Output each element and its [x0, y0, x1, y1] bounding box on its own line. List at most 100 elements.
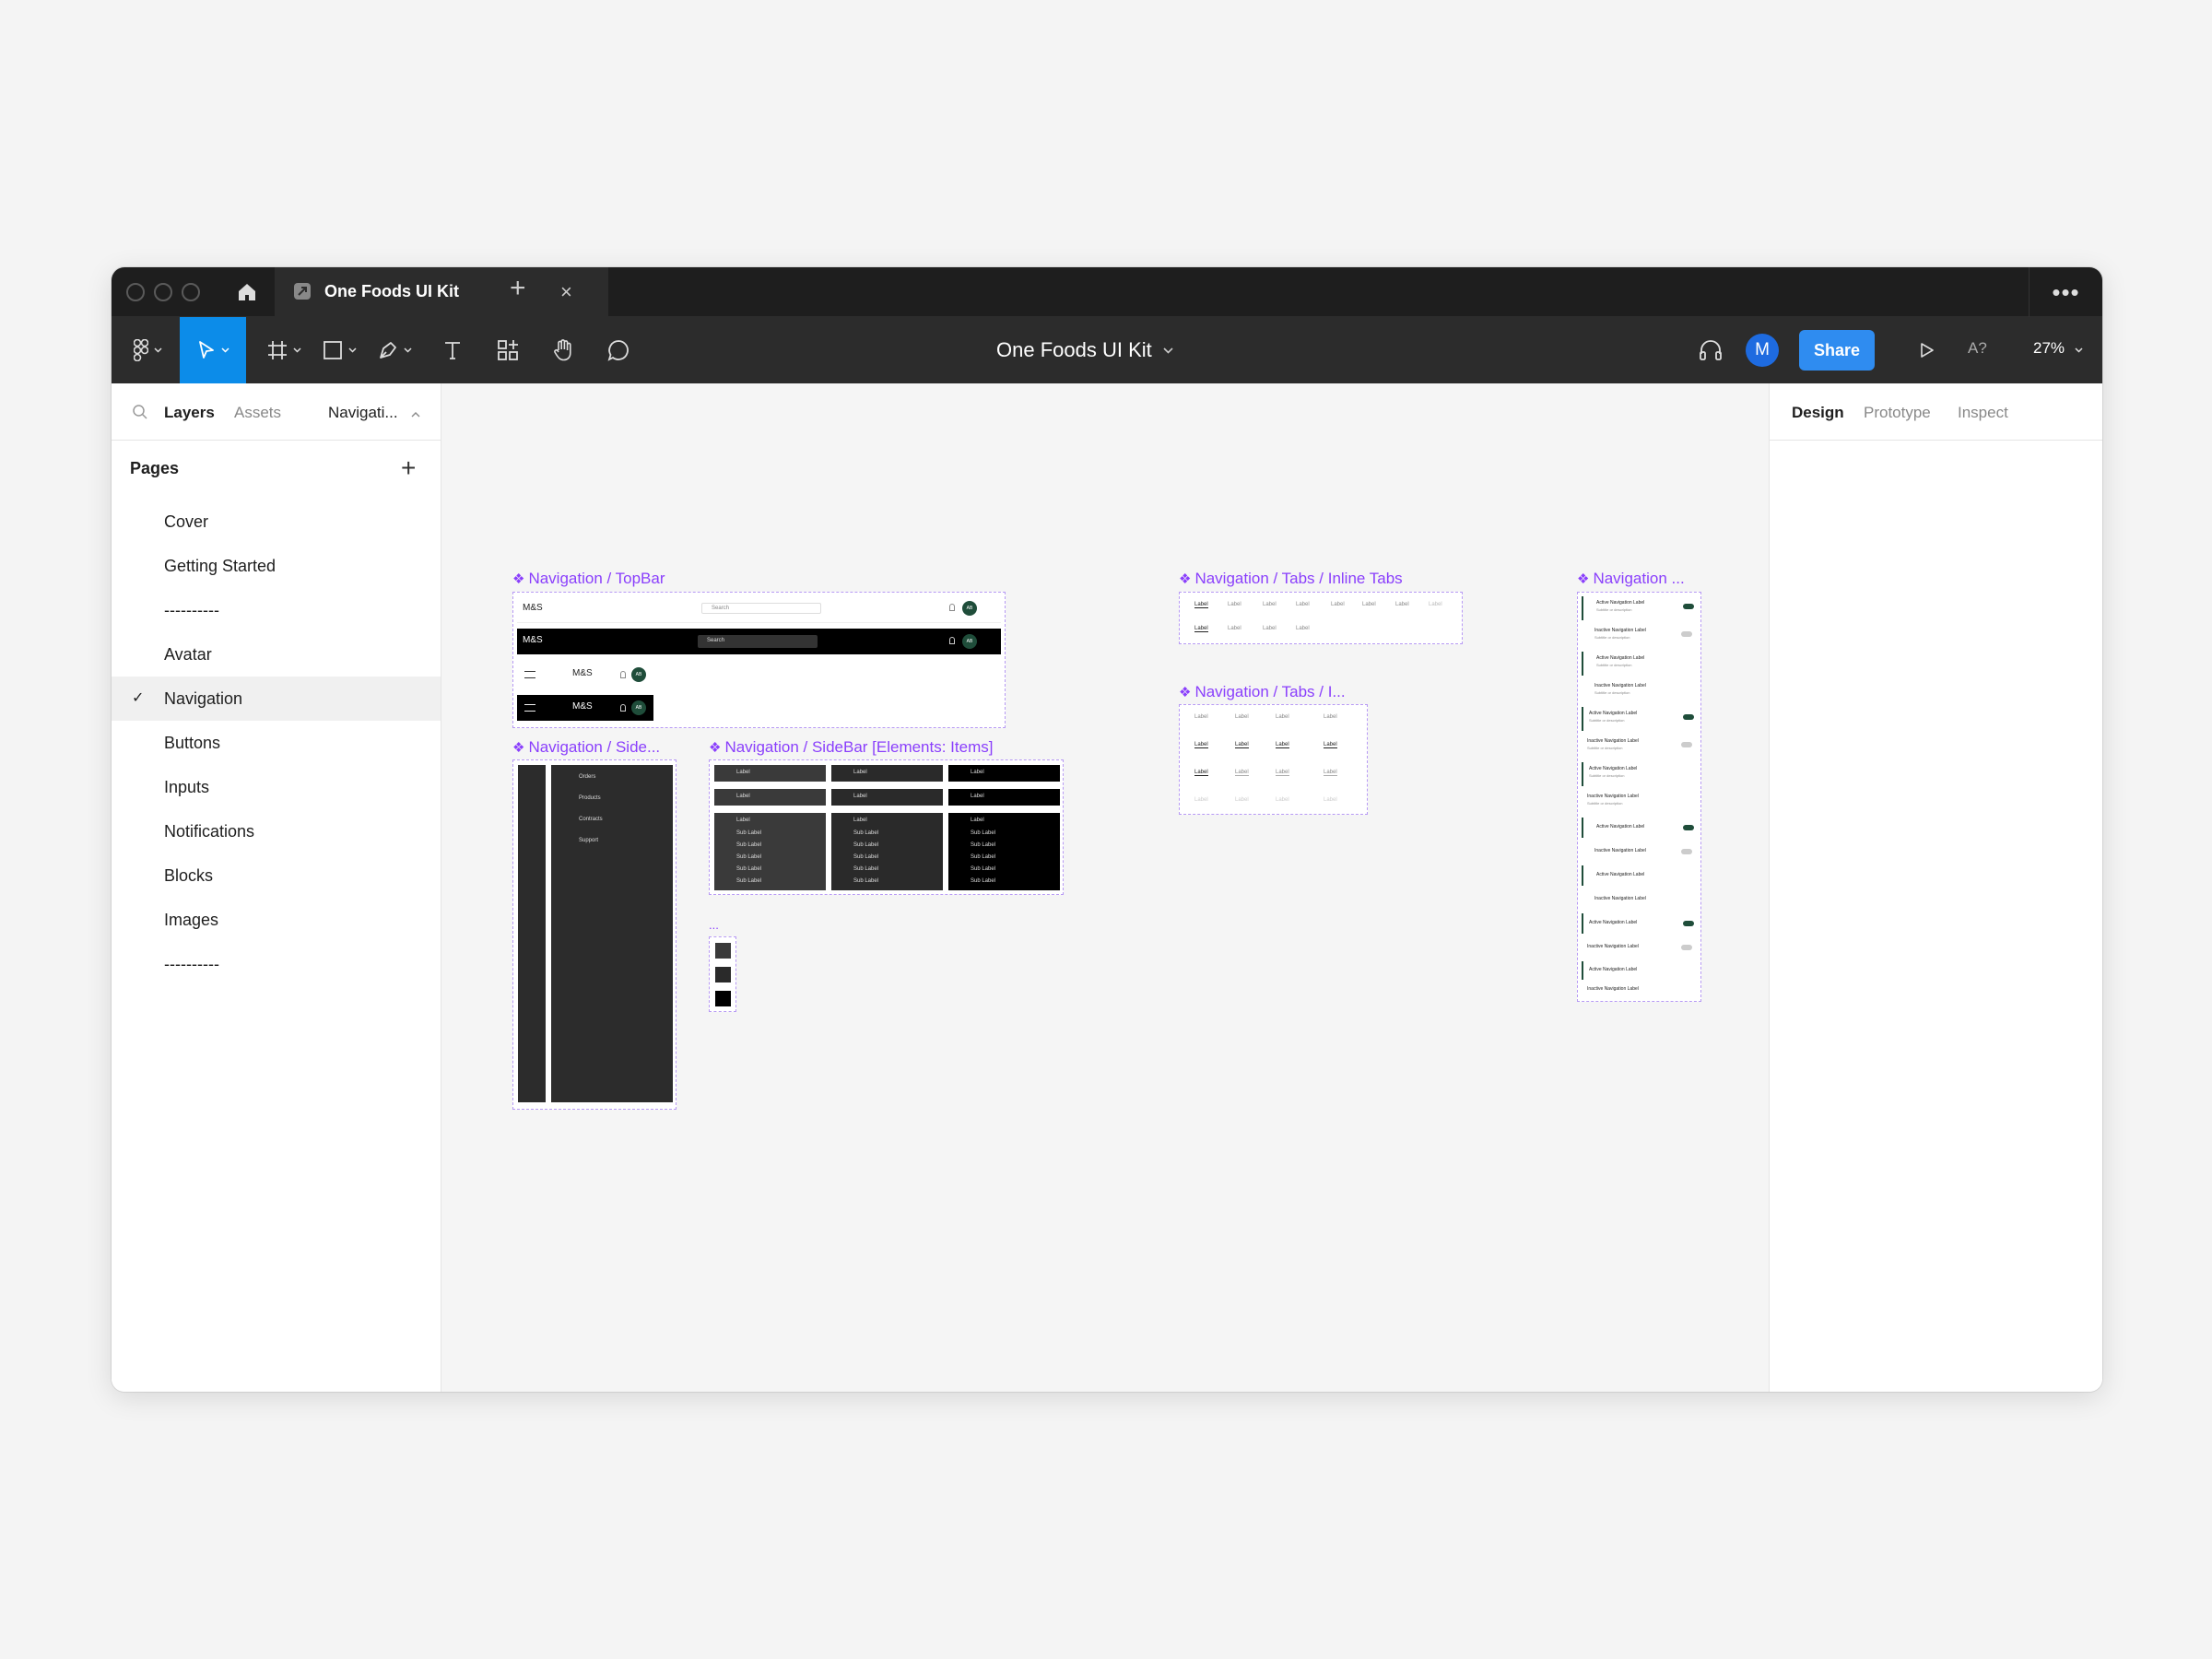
search-placeholder: Search: [712, 606, 730, 611]
nav-item-active: Active Navigation Label Subtitle or descr…: [1582, 762, 1697, 786]
frame-tool-button[interactable]: [259, 317, 309, 383]
share-button[interactable]: Share: [1799, 330, 1875, 371]
main-menu-button[interactable]: [123, 317, 172, 383]
frame-title: Navigation / Tabs / Inline Tabs: [1194, 570, 1403, 587]
nav-item-inactive: Inactive Navigation Label Subtitle or des…: [1582, 679, 1697, 703]
app-window: One Foods UI Kit × + ••• One Foods UI Ki…: [112, 267, 2102, 1392]
page-item-divider[interactable]: ----------: [112, 942, 441, 986]
sub-label: Sub Label: [736, 878, 762, 884]
toggle-off: [1681, 742, 1692, 747]
sidebar-item-products: Products: [579, 795, 601, 801]
tab-document[interactable]: One Foods UI Kit ×: [275, 267, 608, 317]
close-tab-icon[interactable]: ×: [560, 280, 572, 304]
page-item-getting-started[interactable]: Getting Started: [112, 544, 441, 588]
sidebar-item: Label: [831, 789, 943, 806]
move-tool-button[interactable]: [180, 317, 246, 383]
page-label: ----------: [164, 601, 219, 619]
tab-label: Label: [1235, 797, 1249, 803]
frame-nav-list[interactable]: Active Navigation Label Subtitle or descr…: [1577, 592, 1701, 1002]
tab-layers[interactable]: Layers: [164, 404, 215, 422]
tab-design[interactable]: Design: [1792, 404, 1844, 422]
page-item-navigation[interactable]: ✓ Navigation: [112, 677, 441, 721]
audio-button[interactable]: [1692, 317, 1729, 383]
new-tab-button[interactable]: +: [510, 273, 526, 304]
frame-label-tabs-2[interactable]: ❖ Navigation / Tabs / I...: [1179, 683, 1346, 701]
search-icon[interactable]: [132, 404, 148, 420]
tab-label: Label: [1324, 714, 1337, 720]
shape-tool-button[interactable]: [314, 317, 364, 383]
tab-label: Label: [1235, 714, 1249, 720]
pen-icon: [379, 342, 396, 359]
truck-icon: [715, 991, 731, 1006]
home-icon[interactable]: [233, 278, 261, 306]
missing-fonts-indicator[interactable]: A?: [1968, 339, 1987, 358]
frame-inline-tabs[interactable]: Label Label Label Label Label Label Labe…: [1179, 592, 1463, 644]
nav-item-active: Active Navigation Label: [1582, 961, 1697, 980]
page-label: Notifications: [164, 822, 255, 841]
frame-sidebar-items[interactable]: Label Label Label Label Label Label Labe…: [709, 759, 1064, 895]
comment-icon: [607, 340, 629, 361]
frame-label-sidebar-items[interactable]: ❖ Navigation / SideBar [Elements: Items]: [709, 738, 993, 757]
nav-label: Inactive Navigation Label: [1594, 896, 1646, 901]
user-avatar[interactable]: M: [1746, 334, 1779, 367]
frame-label-inline-tabs[interactable]: ❖ Navigation / Tabs / Inline Tabs: [1179, 570, 1403, 588]
sub-label: Sub Label: [736, 854, 762, 860]
pen-tool-button[interactable]: [370, 317, 419, 383]
sub-label: Sub Label: [736, 866, 762, 872]
frame-label-sidebar[interactable]: ❖ Navigation / Side...: [512, 738, 660, 757]
page-item-inputs[interactable]: Inputs: [112, 765, 441, 809]
page-item-blocks[interactable]: Blocks: [112, 853, 441, 898]
page-selector-label: Navigati...: [328, 404, 398, 421]
sidebar-item-support: Support: [579, 838, 599, 843]
hand-tool-button[interactable]: [545, 317, 582, 383]
chevron-down-icon: [2075, 347, 2083, 353]
item-label: Label: [971, 770, 984, 775]
page-item-notifications[interactable]: Notifications: [112, 809, 441, 853]
tab-assets[interactable]: Assets: [234, 404, 281, 422]
tab-prototype[interactable]: Prototype: [1864, 404, 1931, 422]
component-icon: ❖: [1179, 685, 1192, 700]
more-options-button[interactable]: •••: [2029, 267, 2102, 317]
page-item-avatar[interactable]: Avatar: [112, 632, 441, 677]
minimize-window-button[interactable]: [154, 283, 172, 301]
sidebar-item: Label: [831, 765, 943, 782]
present-button[interactable]: [1911, 317, 1944, 383]
topbar-logo: M&S: [572, 668, 593, 678]
tab-label: Label: [1324, 770, 1337, 776]
frame-topbar[interactable]: M&S Search AB M&S Search AB M&S AB M&S A…: [512, 592, 1006, 728]
comment-tool-button[interactable]: [600, 317, 637, 383]
zoom-menu[interactable]: 27%: [2033, 339, 2083, 358]
close-window-button[interactable]: [126, 283, 145, 301]
document-title-button[interactable]: One Foods UI Kit: [996, 317, 1173, 383]
add-page-button[interactable]: +: [401, 453, 416, 483]
headphones-icon: [1700, 340, 1722, 360]
tab-inspect[interactable]: Inspect: [1958, 404, 2008, 422]
toggle-off: [1681, 631, 1692, 637]
bell-icon: [949, 637, 955, 644]
frame-label-topbar[interactable]: ❖ Navigation / TopBar: [512, 570, 665, 588]
topbar-search: Search: [698, 635, 818, 648]
sub-label: Sub Label: [971, 854, 996, 860]
frame-label-nav-list[interactable]: ❖ Navigation ...: [1577, 570, 1685, 588]
page-selector[interactable]: Navigati...: [328, 404, 420, 422]
page-item-cover[interactable]: Cover: [112, 500, 441, 544]
pages-heading: Pages: [130, 459, 180, 477]
frame-tabs-2[interactable]: Label Label Label Label Label Label Labe…: [1179, 704, 1368, 815]
document-title: One Foods UI Kit: [996, 338, 1152, 361]
frame-sidebar[interactable]: Orders Products Contracts Support: [512, 759, 677, 1110]
design-canvas[interactable]: ❖ Navigation / TopBar M&S Search AB M&S S…: [441, 383, 1769, 1392]
text-tool-button[interactable]: [434, 317, 471, 383]
menu-icon: [524, 671, 535, 678]
page-item-images[interactable]: Images: [112, 898, 441, 942]
maximize-window-button[interactable]: [182, 283, 200, 301]
main-toolbar: One Foods UI Kit M Share A? 27%: [112, 317, 2102, 383]
frame-label-icons[interactable]: ...: [709, 918, 719, 932]
page-item-buttons[interactable]: Buttons: [112, 721, 441, 765]
frame-title: Navigation ...: [1593, 570, 1685, 587]
page-item-divider[interactable]: ----------: [112, 588, 441, 632]
sub-label: Sub Label: [971, 842, 996, 848]
frame-sidebar-icons[interactable]: [709, 936, 736, 1012]
topbar-dark: M&S Search AB: [517, 629, 1001, 654]
resources-tool-button[interactable]: [489, 317, 526, 383]
topbar-mobile-light: M&S AB: [517, 662, 653, 688]
